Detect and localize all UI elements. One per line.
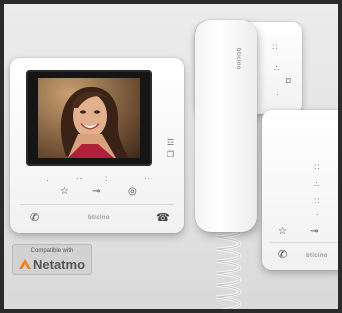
led-dots: ∴: [314, 180, 321, 189]
led-dots: ∴: [274, 64, 281, 73]
led-dots: ··: [144, 174, 152, 183]
eye-icon[interactable]: ◎: [128, 186, 137, 197]
led-dot: ·: [316, 210, 320, 219]
led-dots: ·: [276, 90, 280, 99]
brand-logo: bticino: [306, 253, 328, 259]
video-intercom-monitor: ☲ ❐ · ·· : ·· ☆ ⊸ ◎ ✆ bticino ☎: [10, 58, 184, 233]
led-dots: ::: [314, 162, 321, 171]
star-icon[interactable]: ☆: [60, 186, 69, 197]
key-icon[interactable]: ⊸: [310, 226, 318, 237]
divider: [270, 242, 342, 243]
brand-logo: bticino: [88, 215, 110, 221]
handset-receiver[interactable]: bticino: [195, 20, 257, 232]
video-feed-woman-portrait: [38, 78, 140, 158]
led-dots: :: [105, 174, 109, 183]
phone-icon[interactable]: ✆: [30, 211, 39, 224]
led-dots: ··: [76, 174, 84, 183]
audio-intercom-unit: :: ∴ :: · ☆ ⊸ ✆ bticino: [262, 110, 342, 270]
divider: [20, 204, 174, 205]
door-icon[interactable]: ⌑: [286, 76, 291, 87]
product-photo: ☲ ❐ · ·· : ·· ☆ ⊸ ◎ ✆ bticino ☎ :: ∴ ⌑ ·…: [0, 0, 342, 313]
led-dots: ::: [272, 42, 279, 51]
badge-brand: Netatmo: [33, 257, 86, 272]
led-dot: ·: [46, 176, 50, 185]
compatible-netatmo-badge: Compatible with Netatmo: [12, 244, 92, 275]
brand-logo: bticino: [235, 48, 241, 70]
star-icon[interactable]: ☆: [278, 226, 287, 237]
monitor-screen: [26, 70, 152, 166]
led-dots: ::: [314, 196, 321, 205]
door-icon[interactable]: ❐: [167, 150, 174, 159]
key-icon[interactable]: ⊸: [92, 186, 100, 197]
coiled-cord: [215, 225, 242, 313]
phone-icon[interactable]: ✆: [278, 248, 287, 261]
hangup-icon[interactable]: ☎: [156, 211, 170, 224]
netatmo-logo-icon: [19, 259, 31, 269]
wifi-icon: ☲: [166, 138, 174, 147]
badge-caption: Compatible with: [30, 248, 74, 254]
